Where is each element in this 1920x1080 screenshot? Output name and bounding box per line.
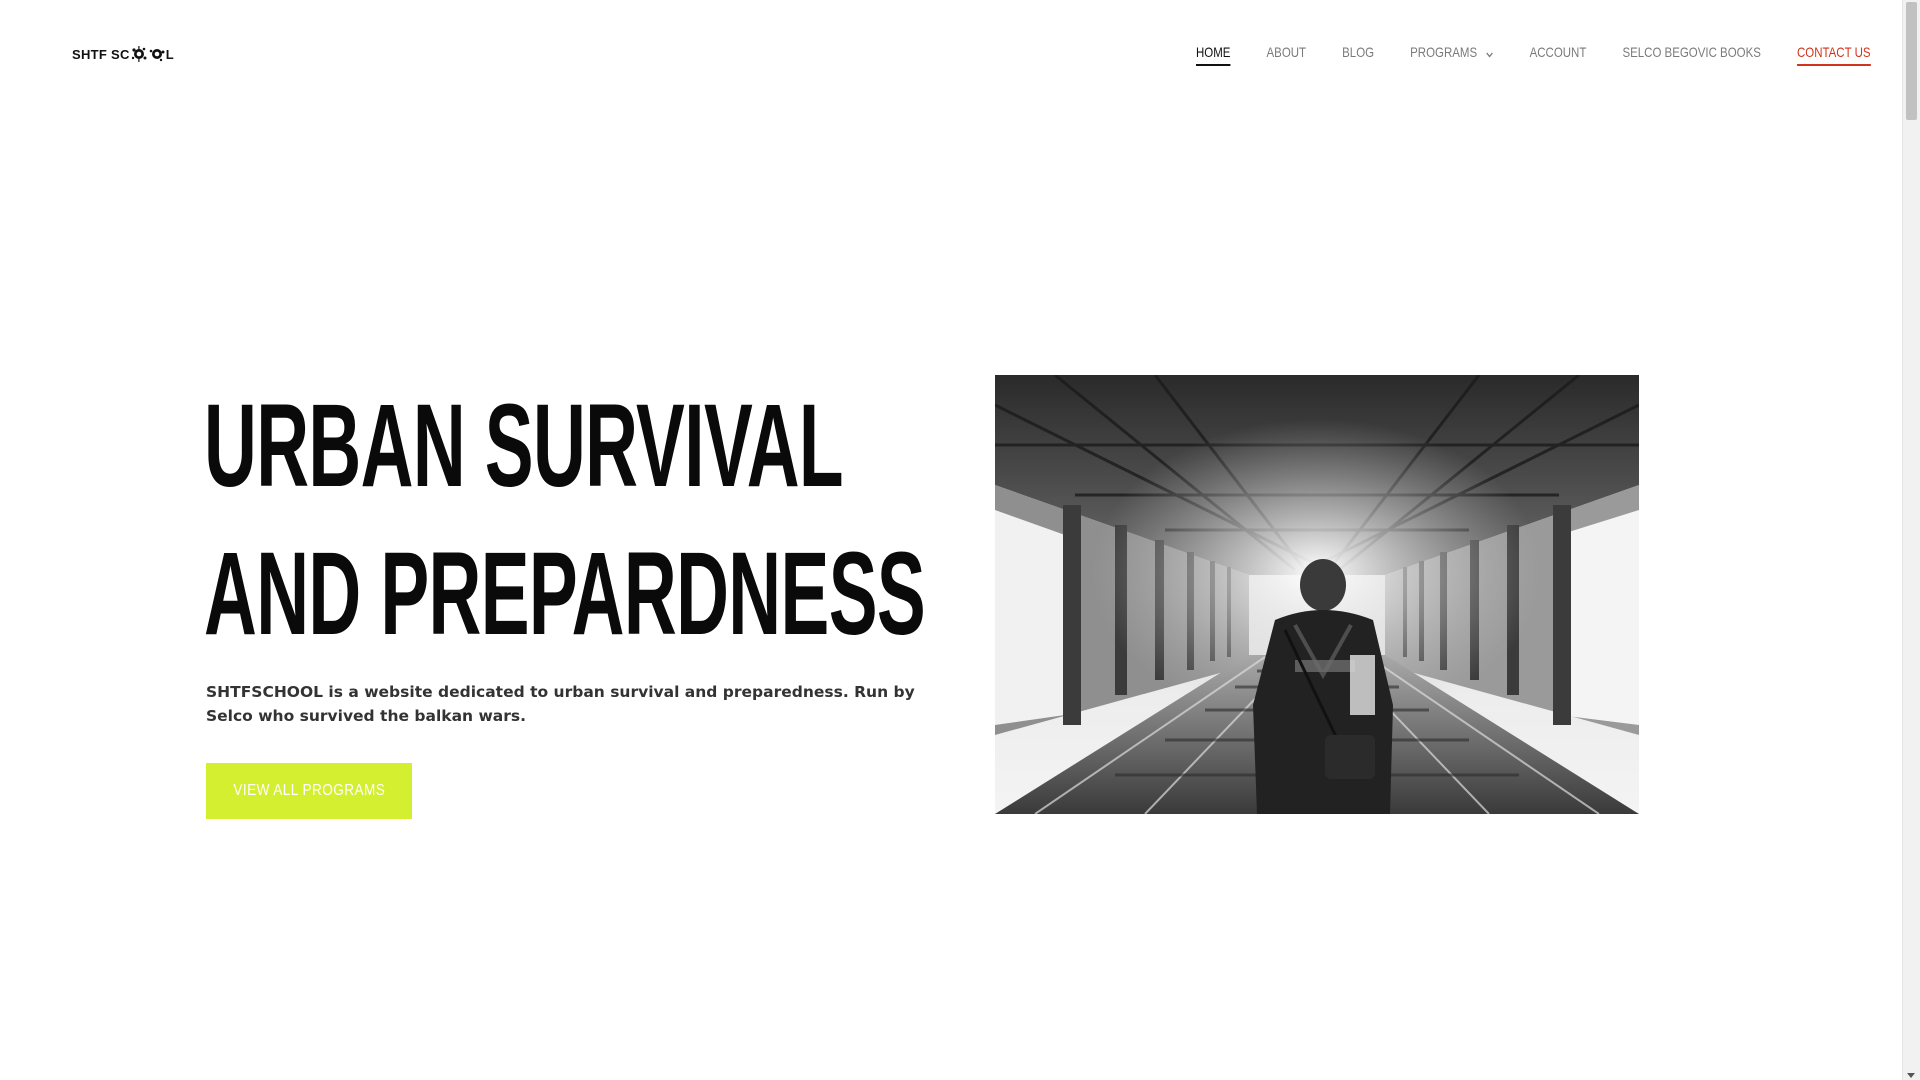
ink-splat-icon — [131, 46, 147, 62]
scroll-down-arrow-icon[interactable] — [1907, 1073, 1915, 1078]
hero-title-line2: AND PREPARDNESS — [204, 528, 926, 660]
view-all-programs-button[interactable]: VIEW ALL PROGRAMS — [206, 763, 412, 819]
nav-about[interactable]: ABOUT — [1267, 44, 1307, 60]
logo-text-left: SHTF SC — [72, 46, 130, 62]
nav-about-label: ABOUT — [1266, 44, 1307, 60]
nav-home[interactable]: HOME — [1196, 44, 1231, 66]
hero-image — [995, 375, 1639, 814]
nav-account[interactable]: ACCOUNT — [1530, 44, 1587, 60]
nav-selco-books-label: SELCO BEGOVIC BOOKS — [1622, 44, 1761, 60]
nav-contact-us[interactable]: CONTACT US — [1796, 44, 1871, 66]
nav-blog[interactable]: BLOG — [1342, 44, 1374, 60]
chevron-down-icon — [1485, 47, 1493, 58]
page-scrollbar[interactable] — [1902, 0, 1920, 1080]
main-nav: HOME ABOUT BLOG PROGRAMS ACCOUNT SELCO B… — [1196, 44, 1871, 66]
nav-contact-us-label: CONTACT US — [1796, 44, 1871, 60]
hero-title-line1: URBAN SURVIVAL — [204, 380, 844, 512]
nav-selco-books[interactable]: SELCO BEGOVIC BOOKS — [1622, 44, 1760, 60]
view-all-programs-label: VIEW ALL PROGRAMS — [233, 782, 385, 799]
ink-splat-icon-2 — [149, 46, 165, 62]
bridge-photo — [995, 375, 1639, 814]
nav-home-label: HOME — [1196, 44, 1231, 60]
page: SHTF SC L HOME ABOUT BLOG PROGRAMS ACCOU… — [0, 0, 1920, 1080]
hero-description: SHTFSCHOOL is a website dedicated to urb… — [206, 683, 915, 725]
nav-programs[interactable]: PROGRAMS — [1410, 44, 1493, 60]
nav-account-label: ACCOUNT — [1529, 44, 1587, 60]
site-logo[interactable]: SHTF SC L — [72, 46, 174, 62]
logo-text-right: L — [165, 46, 174, 62]
hero-title: URBAN SURVIVAL AND PREPARDNESS — [204, 372, 926, 668]
scrollbar-thumb[interactable] — [1906, 2, 1917, 120]
nav-blog-label: BLOG — [1342, 44, 1375, 60]
nav-programs-label: PROGRAMS — [1410, 44, 1478, 60]
